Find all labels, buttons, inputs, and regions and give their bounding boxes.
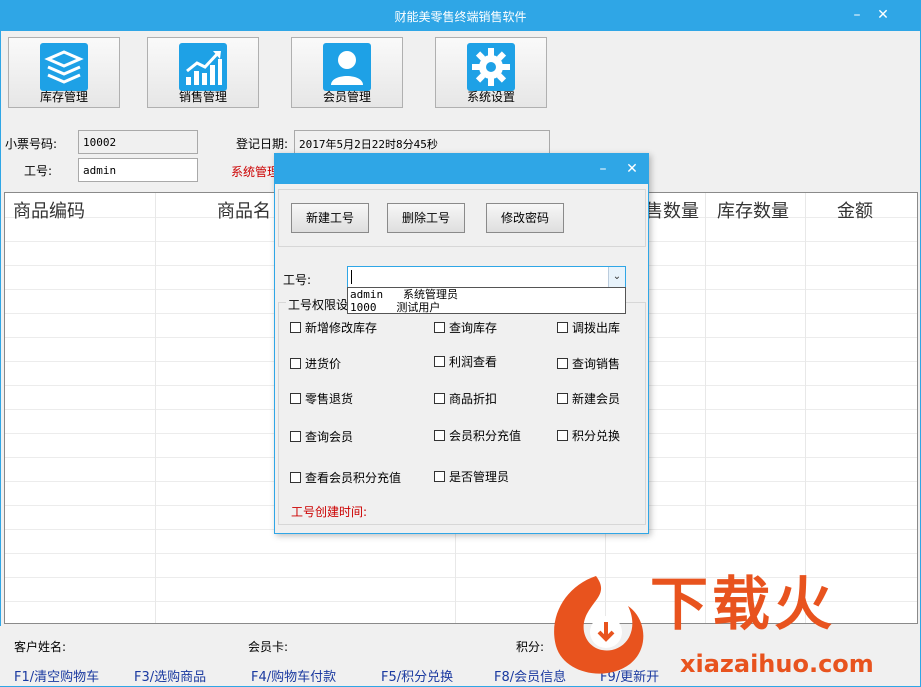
change-password-button[interactable]: 修改密码 xyxy=(486,203,564,233)
window-title: 财能美零售终端销售软件 xyxy=(394,10,527,24)
perm-checkbox[interactable]: 查询库存 xyxy=(434,320,497,336)
dialog-close-icon[interactable]: ✕ xyxy=(622,159,642,179)
close-icon[interactable]: ✕ xyxy=(872,5,894,25)
fkey-select-goods[interactable]: F3/选购商品 xyxy=(134,666,206,685)
permissions-title: 工号权限设 xyxy=(286,296,351,313)
perm-checkbox[interactable]: 积分兑换 xyxy=(557,428,620,444)
settings-label: 系统设置 xyxy=(466,90,515,104)
text-caret xyxy=(351,270,352,284)
col-header-code[interactable]: 商品编码 xyxy=(13,197,85,223)
perm-checkbox[interactable]: 查询会员 xyxy=(290,429,353,445)
role-text: 系统管理 xyxy=(231,165,280,179)
dialog-title-bar: – ✕ xyxy=(275,154,648,184)
watermark: 下载火 xiazaihuo.com xyxy=(546,566,918,684)
fkey-points-redeem[interactable]: F5/积分兑换 xyxy=(381,666,453,685)
perm-checkbox[interactable]: 新增修改库存 xyxy=(290,320,377,336)
inventory-label: 库存管理 xyxy=(39,90,88,104)
staff-label: 工号: xyxy=(24,164,53,178)
date-field[interactable]: 2017年5月2日22时8分45秒 xyxy=(294,130,550,154)
title-bar: 财能美零售终端销售软件 – ✕ xyxy=(0,0,921,31)
sales-button[interactable]: 销售管理 xyxy=(147,37,259,108)
watermark-url: xiazaihuo.com xyxy=(680,650,874,678)
member-label: 会员管理 xyxy=(322,90,371,104)
perm-checkbox[interactable]: 调拨出库 xyxy=(557,320,620,336)
date-label: 登记日期: xyxy=(236,137,289,151)
settings-button[interactable]: 系统设置 xyxy=(435,37,547,108)
perm-checkbox[interactable]: 查看会员积分充值 xyxy=(290,470,401,486)
customer-label: 客户姓名: xyxy=(14,640,67,654)
layers-icon xyxy=(40,43,88,91)
col-header-amount[interactable]: 金额 xyxy=(837,197,873,223)
points-label: 积分: xyxy=(516,640,545,654)
staff-dialog: – ✕ 新建工号 删除工号 修改密码 工号: ⌄ admin 系统管理员 100… xyxy=(274,153,649,534)
staff-combo[interactable]: ⌄ xyxy=(347,266,626,288)
perm-checkbox[interactable]: 商品折扣 xyxy=(434,391,497,407)
perm-checkbox[interactable]: 零售退货 xyxy=(290,391,353,407)
delete-staff-button[interactable]: 删除工号 xyxy=(387,203,465,233)
staff-dropdown-list[interactable]: admin 系统管理员 1000 测试用户 xyxy=(347,287,626,314)
perm-checkbox[interactable]: 查询销售 xyxy=(557,356,620,372)
col-header-qty[interactable]: 售数量 xyxy=(645,197,699,223)
watermark-title: 下载火 xyxy=(650,570,837,638)
chevron-down-icon[interactable]: ⌄ xyxy=(608,267,625,287)
dialog-minimize-icon[interactable]: – xyxy=(593,159,613,179)
card-label: 会员卡: xyxy=(248,640,289,654)
inventory-button[interactable]: 库存管理 xyxy=(8,37,120,108)
staff-field[interactable]: admin xyxy=(78,158,198,182)
perm-checkbox[interactable]: 利润查看 xyxy=(434,354,497,370)
perm-checkbox[interactable]: 会员积分充值 xyxy=(434,428,521,444)
dialog-staff-label: 工号: xyxy=(283,273,312,287)
receipt-field[interactable]: 10002 xyxy=(78,130,198,154)
fkey-clear-cart[interactable]: F1/清空购物车 xyxy=(14,666,99,685)
col-header-name[interactable]: 商品名 xyxy=(217,197,271,223)
minimize-icon[interactable]: – xyxy=(846,5,868,25)
user-icon xyxy=(323,43,371,91)
perm-checkbox[interactable]: 是否管理员 xyxy=(434,469,509,485)
perm-checkbox[interactable]: 进货价 xyxy=(290,356,341,372)
member-button[interactable]: 会员管理 xyxy=(291,37,403,108)
fkey-pay[interactable]: F4/购物车付款 xyxy=(251,666,336,685)
sales-label: 销售管理 xyxy=(178,90,227,104)
dropdown-option-admin[interactable]: admin 系统管理员 xyxy=(348,288,625,301)
new-staff-button[interactable]: 新建工号 xyxy=(291,203,369,233)
perm-checkbox[interactable]: 新建会员 xyxy=(557,391,620,407)
created-time-label: 工号创建时间: xyxy=(291,505,368,519)
col-header-stock[interactable]: 库存数量 xyxy=(717,197,789,223)
gear-icon xyxy=(467,43,515,91)
bar-chart-icon xyxy=(179,43,227,91)
dialog-button-group: 新建工号 删除工号 修改密码 xyxy=(278,189,646,247)
dropdown-option-1000[interactable]: 1000 测试用户 xyxy=(348,301,625,314)
receipt-label: 小票号码: xyxy=(5,137,58,151)
